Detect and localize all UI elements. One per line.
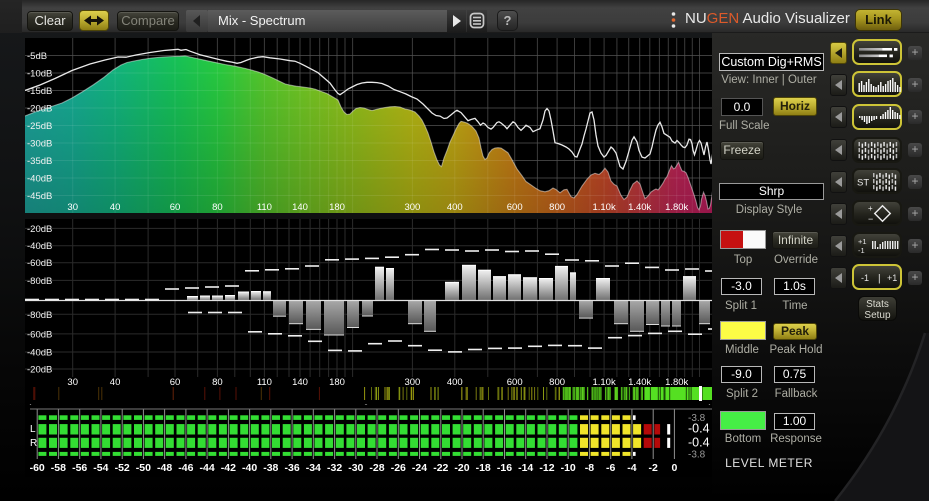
svg-text:-56: -56 (72, 462, 87, 474)
svg-text:-40: -40 (242, 462, 257, 474)
svg-text:110: 110 (257, 377, 272, 388)
svg-text:1.80k: 1.80k (665, 202, 688, 213)
svg-text:-20dB: -20dB (27, 365, 52, 376)
svg-text:30: 30 (67, 377, 78, 388)
svg-text:180: 180 (329, 377, 345, 388)
svg-text:1.10k: 1.10k (592, 202, 615, 213)
svg-text:-45dB: -45dB (27, 191, 52, 202)
svg-text:0: 0 (671, 462, 677, 474)
svg-text:ST: ST (857, 178, 869, 189)
svg-text:60: 60 (170, 377, 181, 388)
svg-text:-15dB: -15dB (27, 86, 52, 97)
svg-text:-35dB: -35dB (27, 156, 52, 167)
svg-text:600: 600 (507, 202, 523, 213)
svg-text:-14: -14 (518, 462, 533, 474)
svg-text:40: 40 (110, 377, 121, 388)
svg-text:600: 600 (507, 377, 523, 388)
svg-text:-36: -36 (285, 462, 300, 474)
svg-text:-42: -42 (221, 462, 236, 474)
svg-text:140: 140 (292, 377, 308, 388)
svg-text:-22: -22 (433, 462, 448, 474)
svg-text:R: R (30, 438, 37, 449)
svg-text:L: L (30, 424, 36, 435)
svg-text:-1: -1 (858, 246, 865, 255)
svg-text:-30: -30 (348, 462, 363, 474)
svg-text:800: 800 (549, 202, 565, 213)
svg-text:-60dB: -60dB (27, 329, 52, 340)
svg-text:|: | (878, 274, 881, 285)
svg-text:400: 400 (447, 377, 463, 388)
svg-text:-50: -50 (136, 462, 151, 474)
svg-text:-20dB: -20dB (27, 224, 52, 235)
svg-text:-28: -28 (369, 462, 384, 474)
svg-text:-25dB: -25dB (27, 121, 52, 132)
svg-text:-6: -6 (606, 462, 615, 474)
svg-text:-40dB: -40dB (27, 241, 52, 252)
svg-text:-54: -54 (93, 462, 108, 474)
svg-text:-8: -8 (585, 462, 594, 474)
svg-text:+1: +1 (887, 273, 897, 283)
svg-text:140: 140 (292, 202, 308, 213)
svg-text:-18: -18 (476, 462, 491, 474)
svg-text:-24: -24 (412, 462, 427, 474)
svg-text:+1: +1 (858, 237, 867, 246)
svg-text:800: 800 (549, 377, 565, 388)
svg-text:110: 110 (257, 202, 272, 213)
svg-text:-0.4: -0.4 (688, 436, 710, 450)
svg-text:-30dB: -30dB (27, 139, 52, 150)
svg-text:30: 30 (67, 202, 78, 213)
svg-text:80: 80 (212, 377, 223, 388)
svg-text:300: 300 (404, 202, 420, 213)
svg-text:-20dB: -20dB (27, 104, 52, 115)
svg-text:-1: -1 (861, 273, 869, 283)
svg-text:300: 300 (404, 377, 420, 388)
svg-text:-60dB: -60dB (27, 258, 52, 269)
svg-text:-52: -52 (115, 462, 130, 474)
svg-text:-58: -58 (51, 462, 66, 474)
svg-text:−: − (868, 214, 873, 224)
svg-text:400: 400 (447, 202, 463, 213)
svg-text:-80dB: -80dB (27, 276, 52, 287)
svg-text:-44: -44 (200, 462, 215, 474)
svg-text:1.80k: 1.80k (665, 377, 688, 388)
svg-text:-3.8: -3.8 (688, 450, 706, 461)
svg-text:-60: -60 (30, 462, 45, 474)
svg-text:1.40k: 1.40k (628, 202, 651, 213)
svg-text:-34: -34 (306, 462, 321, 474)
svg-text:-26: -26 (391, 462, 406, 474)
svg-text:1.10k: 1.10k (592, 377, 615, 388)
svg-text:80: 80 (212, 202, 223, 213)
svg-text:-5dB: -5dB (27, 51, 47, 62)
svg-text:-10: -10 (561, 462, 576, 474)
svg-text:-46: -46 (178, 462, 193, 474)
svg-text:-2: -2 (649, 462, 658, 474)
svg-text:-20: -20 (454, 462, 469, 474)
svg-text:-4: -4 (627, 462, 636, 474)
svg-text:-38: -38 (263, 462, 278, 474)
svg-text:-32: -32 (327, 462, 342, 474)
svg-text:-80dB: -80dB (27, 310, 52, 321)
svg-text:1.40k: 1.40k (628, 377, 651, 388)
svg-text:-10dB: -10dB (27, 69, 52, 80)
svg-text:+: + (868, 204, 873, 213)
svg-text:-16: -16 (497, 462, 512, 474)
svg-text:-48: -48 (157, 462, 172, 474)
svg-text:-12: -12 (539, 462, 554, 474)
svg-text:40: 40 (110, 202, 121, 213)
svg-text:180: 180 (329, 202, 345, 213)
svg-text:-40dB: -40dB (27, 174, 52, 185)
svg-text:60: 60 (170, 202, 181, 213)
svg-text:-40dB: -40dB (27, 348, 52, 359)
svg-text:-0.4: -0.4 (688, 422, 710, 436)
